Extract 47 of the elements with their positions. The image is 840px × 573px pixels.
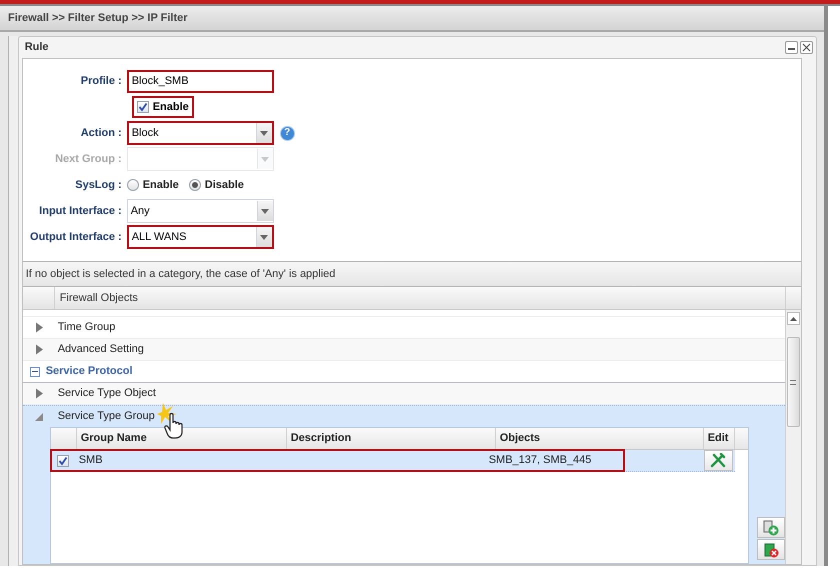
tools-icon	[710, 453, 726, 468]
table-cell-text: SMB	[78, 453, 104, 468]
profile-field[interactable]: Block_SMB	[126, 70, 274, 92]
delete-button[interactable]	[756, 539, 785, 560]
dropdown-field[interactable]: Any	[126, 199, 274, 223]
check-icon	[58, 456, 68, 466]
trash-delete-icon	[762, 542, 779, 558]
collapse-triangle-icon[interactable]	[34, 410, 44, 422]
radio-option[interactable]: Enable	[126, 176, 179, 194]
tree-item[interactable]: Service Type Object	[22, 383, 785, 405]
tree-item-label: Service Type Group	[58, 408, 155, 424]
column-header: Firewall Objects	[58, 290, 139, 306]
dropdown-field[interactable]: ALL WANS	[126, 225, 274, 249]
minimize-button[interactable]	[784, 41, 798, 54]
expand-triangle-icon[interactable]	[34, 388, 44, 399]
field-label: Action :	[80, 126, 123, 141]
add-button[interactable]	[756, 517, 785, 538]
column-header: Edit	[704, 428, 735, 449]
tree-item-label: Service Type Object	[58, 386, 156, 402]
field-label: SysLog :	[74, 178, 123, 193]
window-title: Rule	[24, 40, 49, 56]
table-cell-text: SMB_137, SMB_445	[488, 453, 592, 468]
notice-text: If no object is selected in a category, the case of 'Any' is applied	[26, 266, 336, 282]
breadcrumb: Firewall >> Filter Setup >> IP Filter	[8, 10, 188, 26]
expand-triangle-icon[interactable]	[34, 322, 44, 333]
expand-triangle-icon[interactable]	[34, 344, 44, 355]
field-label: Input Interface :	[38, 204, 123, 219]
field-label: Profile :	[80, 74, 123, 89]
scroll-up-icon[interactable]	[790, 316, 797, 320]
dropdown-field[interactable]: Block	[126, 121, 274, 145]
tree-item[interactable]: Advanced Setting	[22, 339, 785, 361]
edit-button[interactable]	[704, 450, 733, 471]
tree-item-label: Time Group	[58, 320, 116, 336]
row-checkbox[interactable]	[56, 455, 69, 467]
check-icon	[138, 102, 148, 112]
tree-item[interactable]: Service Type Group	[22, 405, 785, 427]
help-button[interactable]: ?	[280, 126, 295, 140]
scrollbar[interactable]	[784, 310, 801, 564]
enable-checkbox[interactable]: Enable	[132, 96, 194, 118]
field-label: Output Interface :	[29, 230, 123, 245]
tree-item-label: Advanced Setting	[58, 342, 144, 358]
radio-option[interactable]: Disable	[188, 176, 244, 194]
close-button[interactable]	[800, 41, 813, 54]
add-document-icon	[762, 520, 779, 536]
column-header: Objects	[496, 428, 704, 449]
field-label: Next Group :	[54, 152, 123, 167]
column-header: Description	[286, 428, 496, 449]
